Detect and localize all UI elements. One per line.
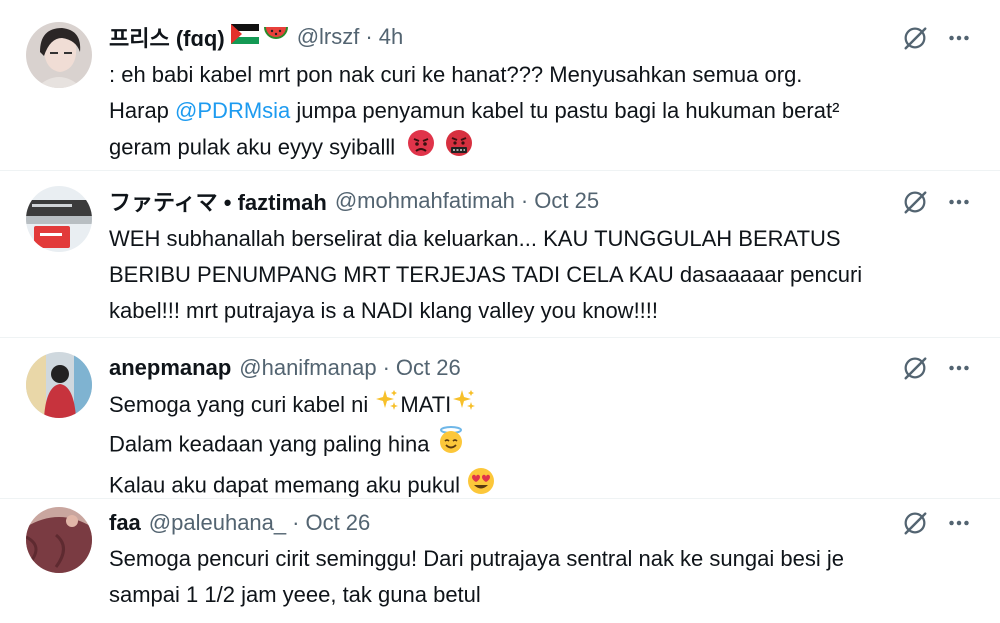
timestamp[interactable]: Oct 26	[396, 355, 461, 381]
tweet-line: Dalam keadaan yang paling hina	[109, 425, 989, 466]
tweet-line: kabel!!! mrt putrajaya is a NADI klang v…	[109, 298, 659, 323]
separator-dot: ·	[520, 188, 529, 213]
more-icon[interactable]	[944, 353, 974, 383]
tweet[interactable]: 프리스 (fɑq) @lrszf · 4h: eh babi kabel mr…	[0, 0, 1000, 170]
tweet-text-segment: Dalam keadaan yang paling hina	[109, 431, 436, 456]
tweet-line: BERIBU PENUMPANG MRT TERJEJAS TADI CELA …	[109, 262, 863, 287]
grok-icon[interactable]	[900, 508, 930, 538]
mention-link[interactable]: @PDRMsia	[175, 98, 290, 123]
angry-face-icon	[407, 129, 435, 168]
separator-dot: ·	[382, 355, 390, 380]
separator-dot: ·	[365, 24, 373, 49]
tweet-header: ファティマ • faztimah @mohmahfatimah · Oct 25	[109, 186, 599, 216]
cursing-face-icon	[445, 129, 473, 168]
tweet[interactable]: anepmanap @hanifmanap · Oct 26 Semoga ya…	[0, 338, 1000, 498]
tweet-feed: 프리스 (fɑq) @lrszf · 4h: eh babi kabel mr…	[0, 0, 1000, 623]
user-handle[interactable]: @paleuhana_	[149, 510, 286, 536]
user-handle[interactable]: @hanifmanap	[239, 355, 376, 381]
display-name[interactable]: anepmanap	[109, 355, 231, 381]
tweet-line: Harap @PDRMsia jumpa penyamun kabel tu p…	[109, 93, 989, 129]
tweet-text-segment: Kalau aku dapat memang aku pukul	[109, 472, 467, 497]
tweet-header: anepmanap @hanifmanap · Oct 26	[109, 353, 461, 383]
timestamp[interactable]: 4h	[379, 24, 403, 50]
palestine-flag-icon	[230, 24, 259, 50]
tweet-header: 프리스 (fɑq) @lrszf · 4h	[109, 22, 403, 52]
avatar[interactable]	[26, 22, 92, 88]
smiling-face-with-halo-icon	[436, 425, 466, 466]
sparkles-icon	[374, 388, 400, 425]
tweet-text-segment: MATI	[400, 392, 452, 417]
grok-icon[interactable]	[900, 23, 930, 53]
tweet-header: faa @paleuhana_ · Oct 26	[109, 508, 370, 538]
sparkles-icon	[451, 388, 477, 425]
user-handle[interactable]: @lrszf	[297, 24, 360, 50]
display-name[interactable]: faa	[109, 510, 141, 536]
more-icon[interactable]	[944, 508, 974, 538]
display-name[interactable]: ファティマ • faztimah	[109, 185, 327, 217]
grok-icon[interactable]	[900, 187, 930, 217]
tweet-line: sampai 1 1/2 jam yeee, tak guna betul	[109, 582, 481, 607]
more-icon[interactable]	[944, 23, 974, 53]
tweet-text: Semoga yang curi kabel ni MATI Dalam kea…	[109, 387, 989, 507]
separator-dot: ·	[292, 510, 300, 535]
more-icon[interactable]	[944, 187, 974, 217]
tweet-line: Semoga yang curi kabel ni MATI	[109, 387, 989, 425]
avatar[interactable]	[26, 352, 92, 418]
tweet-text-segment: geram pulak aku eyyy syiballl	[109, 134, 396, 160]
grok-icon[interactable]	[900, 353, 930, 383]
avatar[interactable]	[26, 186, 92, 252]
tweet-line: Semoga pencuri cirit seminggu! Dari putr…	[109, 546, 844, 571]
tweet[interactable]: faa @paleuhana_ · Oct 26 Semoga pencuri …	[0, 499, 1000, 623]
tweet-line: geram pulak aku eyyy syiballl	[109, 129, 989, 168]
timestamp[interactable]: Oct 26	[305, 510, 370, 536]
tweet-text-segment: jumpa penyamun kabel tu pastu bagi la hu…	[290, 98, 840, 123]
tweet-line: WEH subhanallah berselirat dia keluarkan…	[109, 226, 841, 251]
tweet-text: : eh babi kabel mrt pon nak curi ke hana…	[109, 57, 989, 168]
watermelon-icon	[263, 23, 289, 51]
tweet-text: WEH subhanallah berselirat dia keluarkan…	[109, 221, 989, 329]
display-name[interactable]: 프리스 (fɑq)	[109, 21, 225, 53]
tweet-text: Semoga pencuri cirit seminggu! Dari putr…	[109, 541, 989, 613]
timestamp[interactable]: Oct 25	[534, 188, 599, 214]
tweet-text-segment: Semoga yang curi kabel ni	[109, 392, 375, 417]
tweet-text-segment: Harap	[109, 98, 176, 123]
user-handle[interactable]: @mohmahfatimah	[335, 188, 515, 214]
avatar[interactable]	[26, 507, 92, 573]
tweet[interactable]: ファティマ • faztimah @mohmahfatimah · Oct 25…	[0, 171, 1000, 337]
tweet-line: : eh babi kabel mrt pon nak curi ke hana…	[109, 62, 803, 87]
